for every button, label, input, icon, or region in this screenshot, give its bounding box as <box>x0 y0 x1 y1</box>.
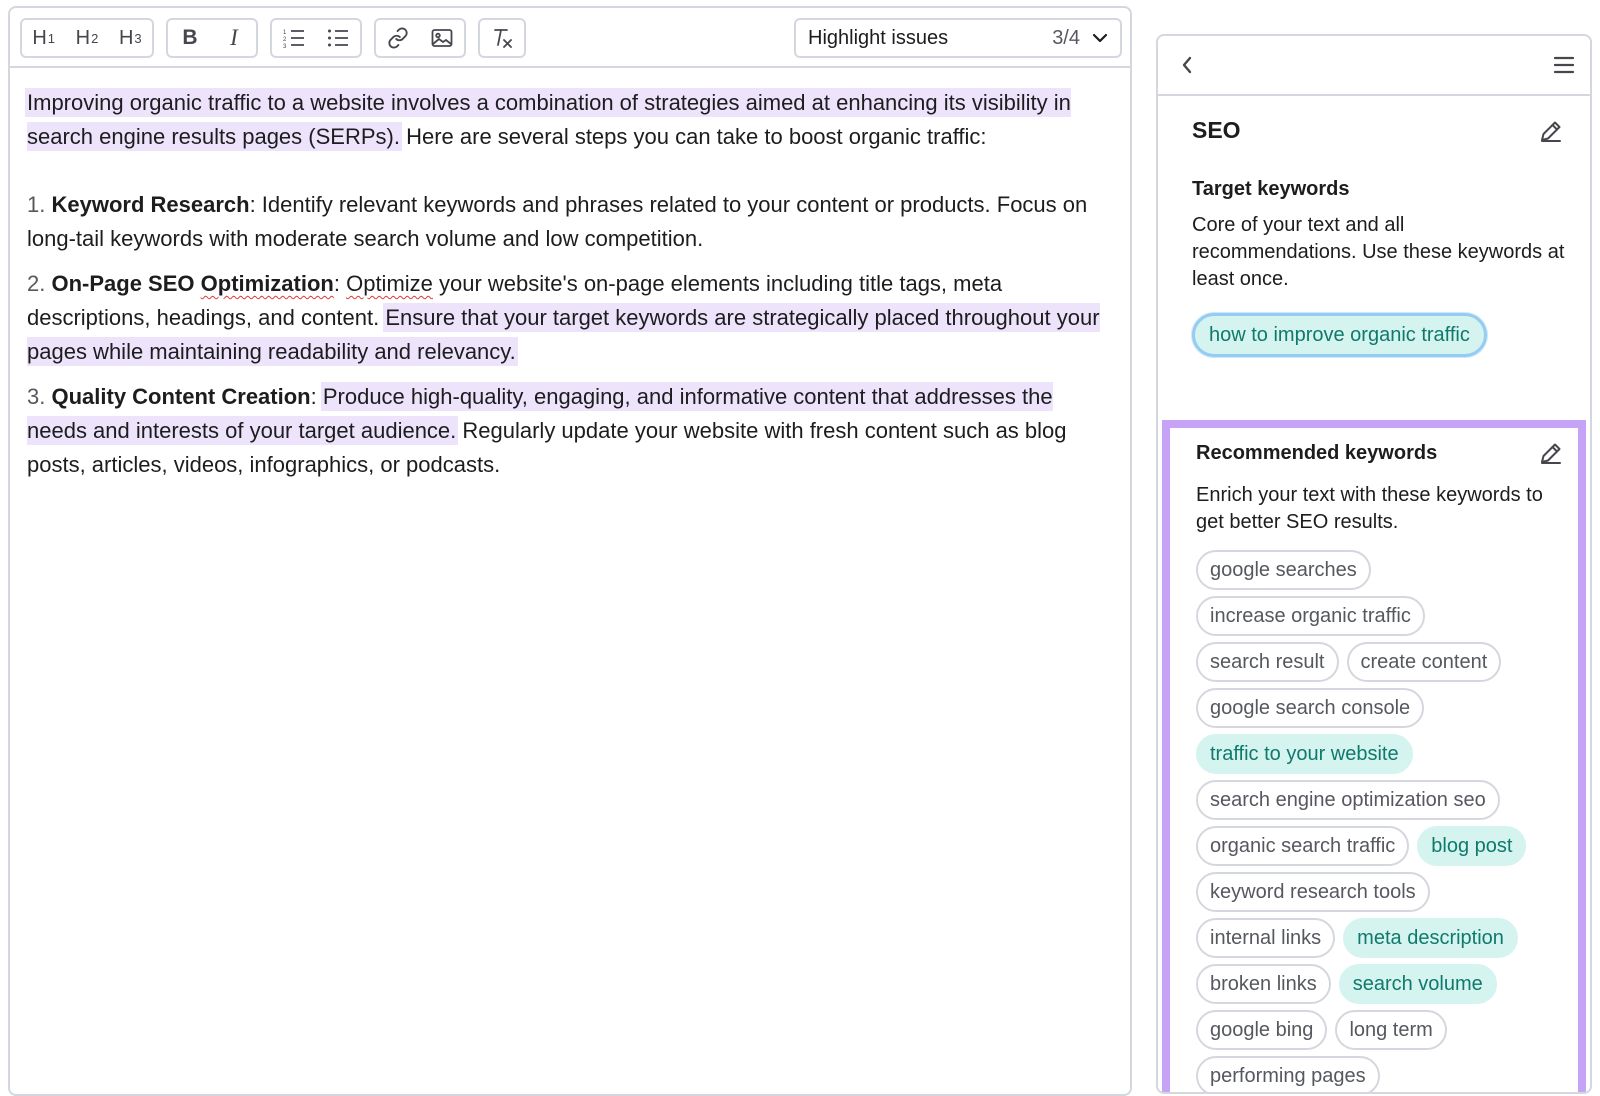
item-number: 2. <box>27 271 46 296</box>
format-group: B I <box>166 18 258 58</box>
keyword-pill[interactable]: google bing <box>1196 1010 1328 1050</box>
svg-text:2: 2 <box>283 37 287 43</box>
keyword-pill[interactable]: long term <box>1335 1010 1447 1050</box>
keyword-pill[interactable]: search volume <box>1338 964 1497 1004</box>
pencil-icon <box>1541 443 1561 464</box>
keyword-row: traffic to your website <box>1196 734 1558 774</box>
keyword-row: broken links search volume <box>1196 964 1558 1004</box>
svg-text:3: 3 <box>283 44 287 48</box>
keyword-pill[interactable]: broken links <box>1196 964 1331 1004</box>
item-colon: : <box>310 384 323 409</box>
text-editor: H1 H2 H3 B I 1 2 3 Highlight issues 3/4 … <box>8 6 1132 1096</box>
heading1-label: H <box>32 26 47 49</box>
heading2-sub: 2 <box>91 30 99 46</box>
keyword-pill[interactable]: organic search traffic <box>1196 826 1410 866</box>
item-colon: : <box>333 271 347 296</box>
intro-paragraph: Improving organic traffic to a website i… <box>27 86 1112 154</box>
keyword-pill[interactable]: google search console <box>1196 688 1425 728</box>
heading1-button[interactable]: H1 <box>22 20 65 56</box>
hamburger-menu-icon <box>1553 56 1575 74</box>
target-keywords-title: Target keywords <box>1192 178 1350 200</box>
keyword-row: organic search traffic blog post <box>1196 826 1558 866</box>
image-button[interactable] <box>420 20 464 56</box>
link-button[interactable] <box>376 20 420 56</box>
ordered-list-icon: 1 2 3 <box>283 30 304 48</box>
keyword-pill[interactable]: traffic to your website <box>1196 734 1413 774</box>
keyword-pill[interactable]: search result <box>1196 642 1339 682</box>
pencil-icon <box>1541 121 1561 142</box>
chevron-left-icon <box>1182 56 1192 74</box>
svg-text:1: 1 <box>283 30 287 36</box>
heading1-sub: 1 <box>47 30 55 46</box>
issues-count: 3/4 <box>1052 26 1080 49</box>
editor-toolbar: H1 H2 H3 B I 1 2 3 Highlight issues 3/4 <box>10 8 1130 68</box>
highlight-issues-label: Highlight issues <box>808 26 949 49</box>
keyword-row: google bing long term <box>1196 1010 1558 1050</box>
highlight-issues-select[interactable]: Highlight issues 3/4 <box>794 18 1122 58</box>
panel-header <box>1158 36 1590 96</box>
menu-button[interactable] <box>1552 54 1576 81</box>
list-item: 3. Quality Content Creation: Produce hig… <box>27 380 1112 482</box>
keyword-row: performing pages <box>1196 1056 1558 1092</box>
target-keywords-description: Core of your text and all recommendation… <box>1192 214 1565 290</box>
keyword-pill[interactable]: create content <box>1346 642 1502 682</box>
recommended-keywords-list: google searches increase organic traffic s… <box>1196 550 1558 1092</box>
seo-title: SEO <box>1192 117 1241 143</box>
intro-text: Here are several steps you can take to b… <box>399 124 987 149</box>
item-number: 1. <box>27 192 46 217</box>
heading3-button[interactable]: H3 <box>109 20 152 56</box>
keyword-pill[interactable]: blog post <box>1417 826 1527 866</box>
image-icon <box>431 29 453 47</box>
link-icon <box>388 27 408 49</box>
clear-format-icon <box>494 29 512 48</box>
item-title: Keyword Research <box>51 192 250 217</box>
italic-button[interactable]: I <box>212 20 256 56</box>
keyword-pill[interactable]: increase organic traffic <box>1196 596 1425 636</box>
item-title: On-Page SEO <box>51 271 201 296</box>
keyword-row: keyword research tools <box>1196 872 1558 912</box>
keyword-row: increase organic traffic <box>1196 596 1558 636</box>
insert-group <box>374 18 466 58</box>
list-item: 2. On-Page SEO Optimization: Optimize yo… <box>27 267 1112 369</box>
list-group: 1 2 3 <box>270 18 362 58</box>
bullet-list-button[interactable] <box>316 20 360 56</box>
clear-group <box>478 18 526 58</box>
spelling-issue-word[interactable]: Optimize <box>346 271 433 296</box>
keyword-pill[interactable]: meta description <box>1343 918 1518 958</box>
edit-seo-button[interactable] <box>1538 118 1564 149</box>
heading3-sub: 3 <box>134 30 142 46</box>
heading-group: H1 H2 H3 <box>20 18 154 58</box>
recommended-keywords-title: Recommended keywords <box>1196 442 1438 464</box>
chevron-down-icon <box>1092 33 1108 43</box>
ordered-list-button[interactable]: 1 2 3 <box>272 20 316 56</box>
keyword-row: google search console <box>1196 688 1558 728</box>
seo-panel: SEO Target keywords Core of your text an… <box>1156 34 1592 1094</box>
spelling-issue-word[interactable]: Optimization <box>201 271 334 296</box>
bold-button[interactable]: B <box>168 20 212 56</box>
recommended-keywords-section: Recommended keywords Enrich your text wi… <box>1162 420 1586 1092</box>
item-title: Quality Content Creation <box>51 384 311 409</box>
keyword-row: internal links meta description <box>1196 918 1558 958</box>
editor-content[interactable]: Improving organic traffic to a website i… <box>10 68 1130 482</box>
keyword-row: google searches <box>1196 550 1558 590</box>
item-number: 3. <box>27 384 46 409</box>
heading2-button[interactable]: H2 <box>65 20 108 56</box>
keyword-row: search engine optimization seo <box>1196 780 1558 820</box>
keyword-pill[interactable]: keyword research tools <box>1196 872 1430 912</box>
keyword-pill[interactable]: google searches <box>1196 550 1371 590</box>
back-button[interactable] <box>1180 54 1194 81</box>
heading3-label: H <box>118 26 134 49</box>
keyword-row: search result create content <box>1196 642 1558 682</box>
clear-format-button[interactable] <box>480 20 524 56</box>
recommended-keywords-description: Enrich your text with these keywords to … <box>1196 484 1543 533</box>
seo-section: SEO Target keywords Core of your text an… <box>1158 96 1590 414</box>
keyword-pill[interactable]: internal links <box>1196 918 1336 958</box>
bullet-list-icon <box>328 29 348 47</box>
keyword-pill[interactable]: search engine optimization seo <box>1196 780 1500 820</box>
heading2-label: H <box>75 26 91 49</box>
target-keyword-pill[interactable]: how to improve organic traffic <box>1192 313 1487 357</box>
list-item: 1. Keyword Research: Identify relevant k… <box>27 188 1112 256</box>
keyword-pill[interactable]: performing pages <box>1196 1056 1380 1092</box>
edit-recommended-button[interactable] <box>1538 440 1564 471</box>
